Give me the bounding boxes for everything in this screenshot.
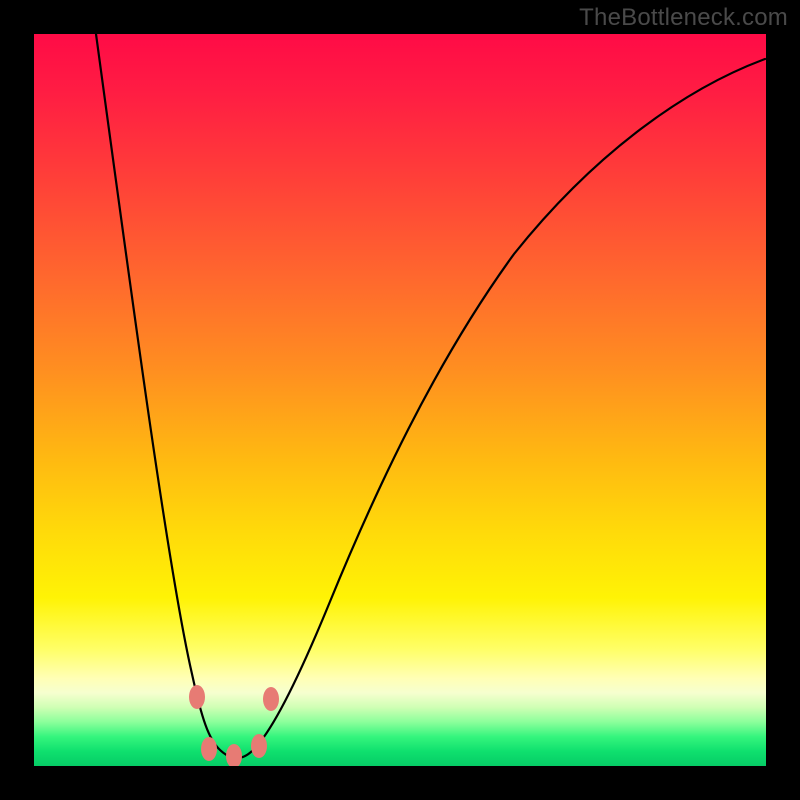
chart-frame: TheBottleneck.com: [0, 0, 800, 800]
curve-marker: [226, 744, 242, 766]
curve-marker: [263, 687, 279, 711]
watermark-text: TheBottleneck.com: [579, 4, 788, 32]
curve-marker: [201, 737, 217, 761]
curve-marker: [189, 685, 205, 709]
plot-area: [34, 34, 766, 766]
markers-layer: [34, 34, 766, 766]
curve-marker: [251, 734, 267, 758]
